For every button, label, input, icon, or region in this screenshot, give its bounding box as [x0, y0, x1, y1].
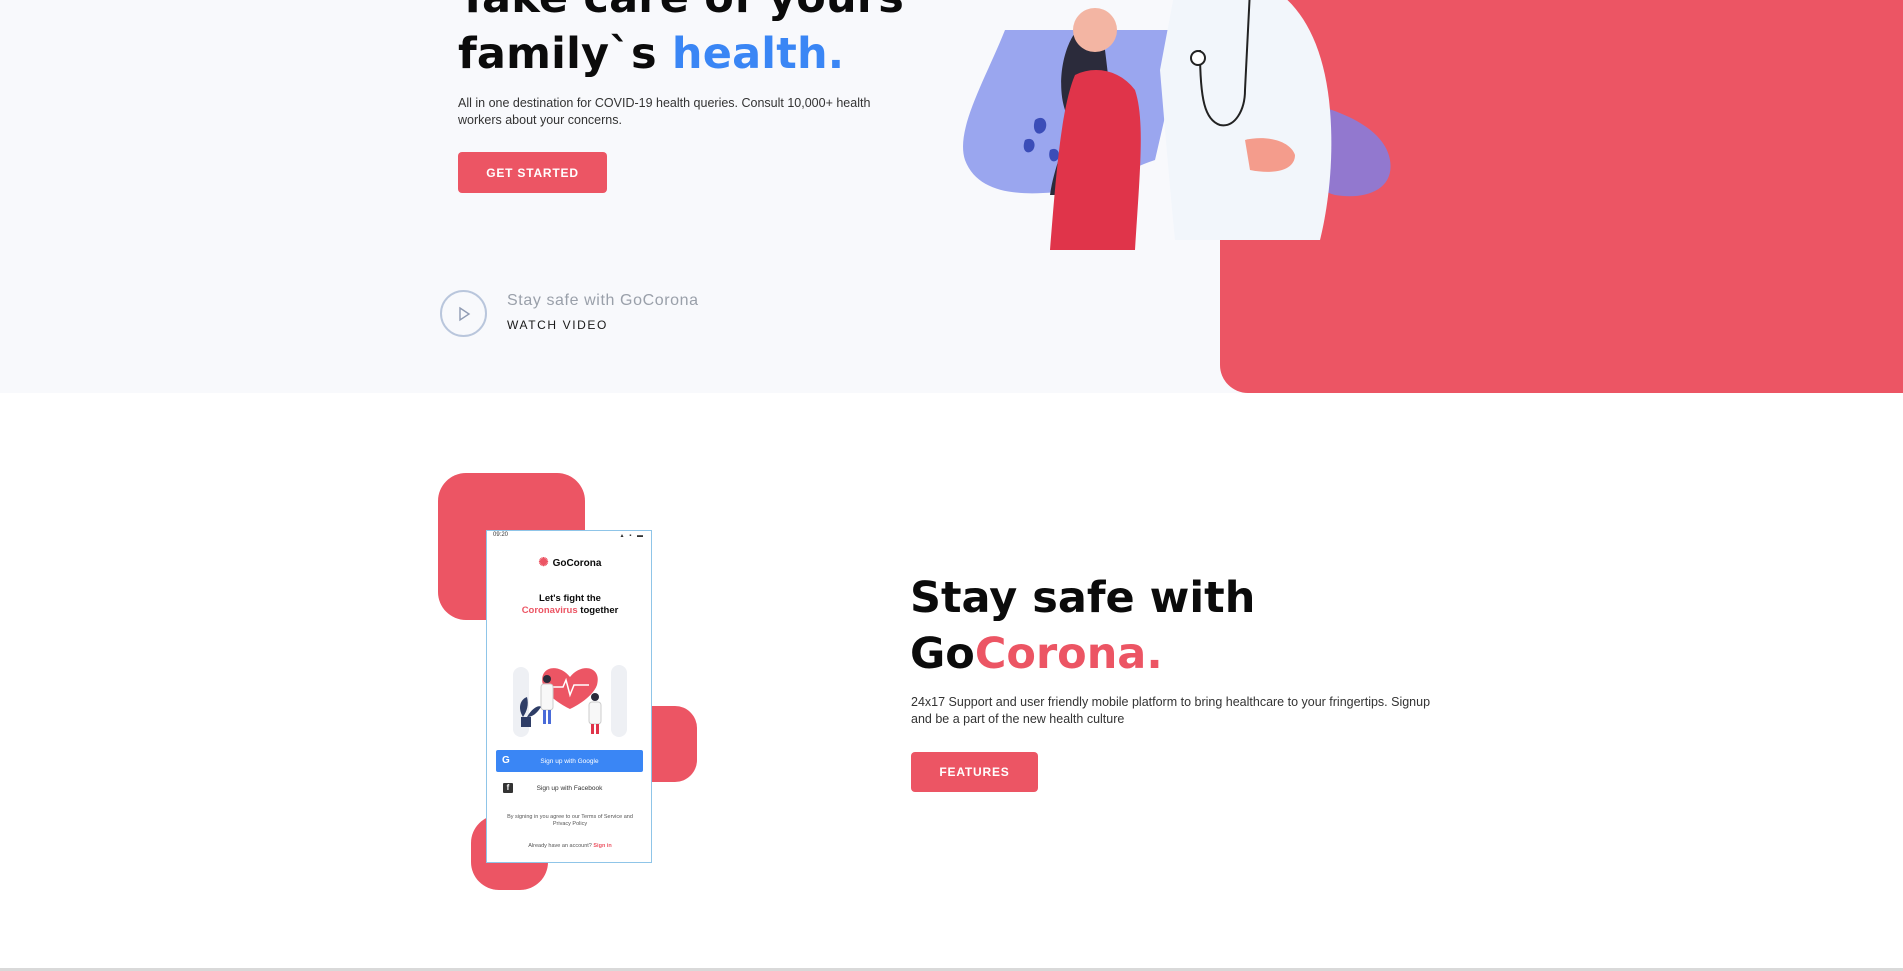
hero-description: All in one destination for COVID-19 heal…: [458, 96, 871, 127]
hero-section: Take care of yours family`s health. All …: [0, 0, 1903, 393]
phone-signin-prefix: Already have an account?: [528, 843, 594, 849]
watch-video-link[interactable]: Stay safe with GoCorona WATCH VIDEO: [440, 288, 770, 340]
phone-mockup: 09:20 ▴ ▪ ▬ ✺ GoCorona Let's fight the Co…: [486, 530, 652, 863]
phone-headline: Let's fight the Coronavirus together: [487, 593, 651, 617]
phone-status-time: 09:20: [493, 532, 509, 538]
hero-title-accent: health.: [671, 29, 845, 79]
google-signup-label: Sign up with Google: [540, 757, 599, 765]
get-started-button[interactable]: GET STARTED: [458, 152, 607, 193]
facebook-icon: f: [503, 783, 513, 793]
doctor-patient-illustration: [963, 0, 1391, 250]
features-button[interactable]: FEATURES: [911, 752, 1038, 792]
phone-terms-text: By signing in you agree to our Terms of …: [507, 814, 633, 827]
heart-doctors-illustration: [513, 665, 627, 737]
phone-logo-text: GoCorona: [552, 558, 602, 569]
facebook-signup-label: Sign up with Facebook: [536, 784, 603, 792]
phone-headline-suffix: together: [577, 605, 619, 616]
phone-logo: ✺ GoCorona: [487, 555, 651, 569]
hero-title-line1: Take care of yours: [458, 0, 904, 23]
phone-status-icons: ▴ ▪ ▬: [620, 533, 645, 539]
google-signup-button[interactable]: G Sign up with Google: [496, 750, 643, 772]
phone-headline-accent: Coronavirus: [521, 605, 578, 616]
phone-signin-text: Already have an account? Sign in: [487, 843, 651, 849]
play-icon[interactable]: [440, 290, 487, 337]
app-section-description: 24x17 Support and user friendly mobile p…: [911, 695, 1431, 726]
watch-video-label[interactable]: WATCH VIDEO: [507, 318, 608, 332]
virus-icon: ✺: [538, 555, 549, 569]
video-caption: Stay safe with GoCorona: [507, 292, 699, 309]
app-section-title-prefix: Go: [910, 629, 975, 679]
hero-title: Take care of yours family`s health.: [458, 0, 918, 82]
phone-signin-link[interactable]: Sign in: [593, 843, 611, 849]
phone-headline-line1: Let's fight the: [539, 593, 601, 604]
app-section-title-accent: Corona.: [974, 629, 1163, 679]
app-section-title-line1: Stay safe with: [910, 573, 1256, 623]
hero-title-line2: family`s: [458, 29, 672, 79]
app-section-title: Stay safe with GoCorona.: [910, 570, 1410, 682]
facebook-signup-button[interactable]: f Sign up with Facebook: [496, 778, 643, 798]
google-icon: G: [502, 755, 510, 766]
